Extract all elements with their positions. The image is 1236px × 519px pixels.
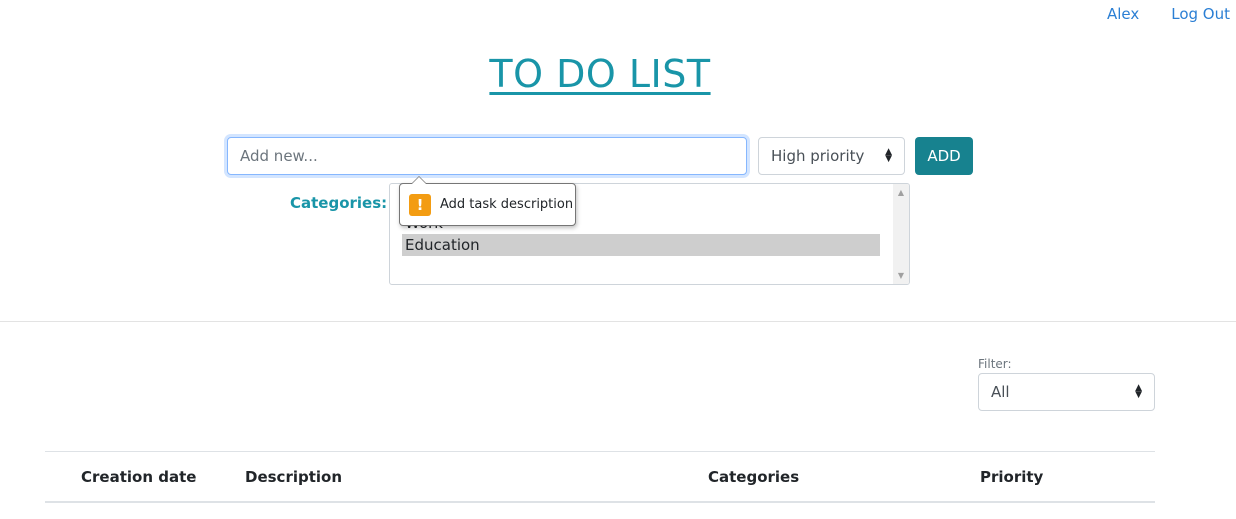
page-title: TO DO LIST	[489, 52, 711, 96]
select-arrows-icon: ▲ ▼	[885, 147, 892, 164]
logout-link[interactable]: Log Out	[1171, 5, 1230, 23]
column-header-description[interactable]: Description	[245, 468, 342, 486]
column-header-creation-date[interactable]: Creation date	[81, 468, 196, 486]
warning-icon: !	[409, 193, 431, 216]
top-nav: Alex Log Out	[1107, 5, 1230, 23]
section-divider	[0, 321, 1236, 322]
filter-selected-value: All	[991, 383, 1010, 401]
add-task-button[interactable]: ADD	[915, 137, 973, 175]
select-arrows-icon: ▲ ▼	[1135, 383, 1142, 400]
priority-selected-value: High priority	[771, 147, 865, 165]
scroll-down-icon[interactable]: ▼	[893, 271, 909, 280]
categories-label: Categories:	[290, 194, 388, 212]
task-description-input[interactable]	[227, 137, 747, 175]
validation-message: Add task description	[440, 197, 574, 212]
filter-label: Filter:	[978, 357, 1012, 371]
tasks-table: Creation date Description Categories Pri…	[45, 451, 1155, 503]
category-option-education[interactable]: Education	[402, 234, 880, 256]
column-header-priority[interactable]: Priority	[980, 468, 1043, 486]
validation-tooltip: ! Add task description	[399, 176, 576, 226]
column-header-categories[interactable]: Categories	[708, 468, 799, 486]
filter-select[interactable]: All ▲ ▼	[978, 373, 1155, 411]
priority-select[interactable]: High priority ▲ ▼	[758, 137, 905, 175]
user-link[interactable]: Alex	[1107, 5, 1139, 23]
listbox-scrollbar[interactable]: ▲ ▼	[893, 184, 909, 284]
scroll-up-icon[interactable]: ▲	[893, 188, 909, 197]
